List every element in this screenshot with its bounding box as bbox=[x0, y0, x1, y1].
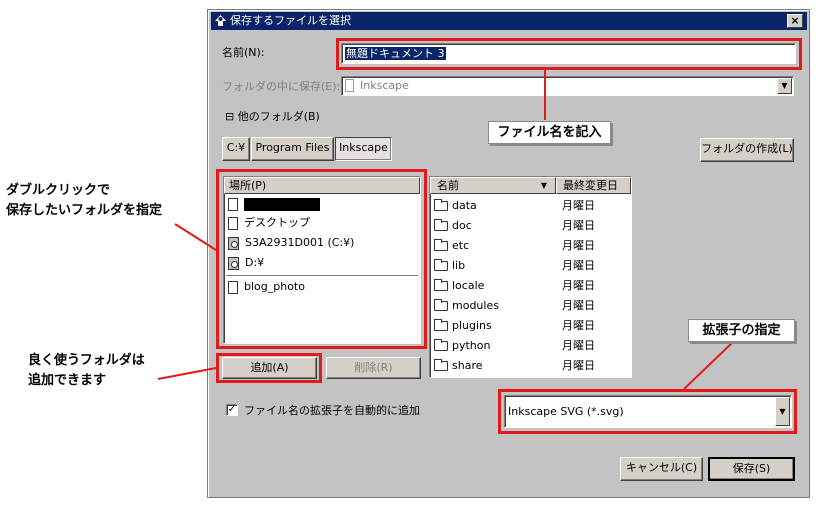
filename-callout: ファイル名を記入 bbox=[488, 121, 611, 144]
extension-pointer-line bbox=[683, 341, 734, 390]
places-pointer-line bbox=[174, 223, 217, 251]
double-click-note-line1: ダブルクリックで bbox=[6, 183, 111, 198]
annotation-lines bbox=[157, 70, 734, 390]
double-click-note-line2: 保存したいフォルダを指定 bbox=[6, 203, 163, 218]
add-note-line1: 良く使うフォルダは bbox=[28, 353, 145, 368]
extension-callout: 拡張子の指定 bbox=[688, 319, 795, 342]
add-note-line2: 追加できます bbox=[28, 373, 107, 388]
add-pointer-line bbox=[157, 367, 217, 380]
